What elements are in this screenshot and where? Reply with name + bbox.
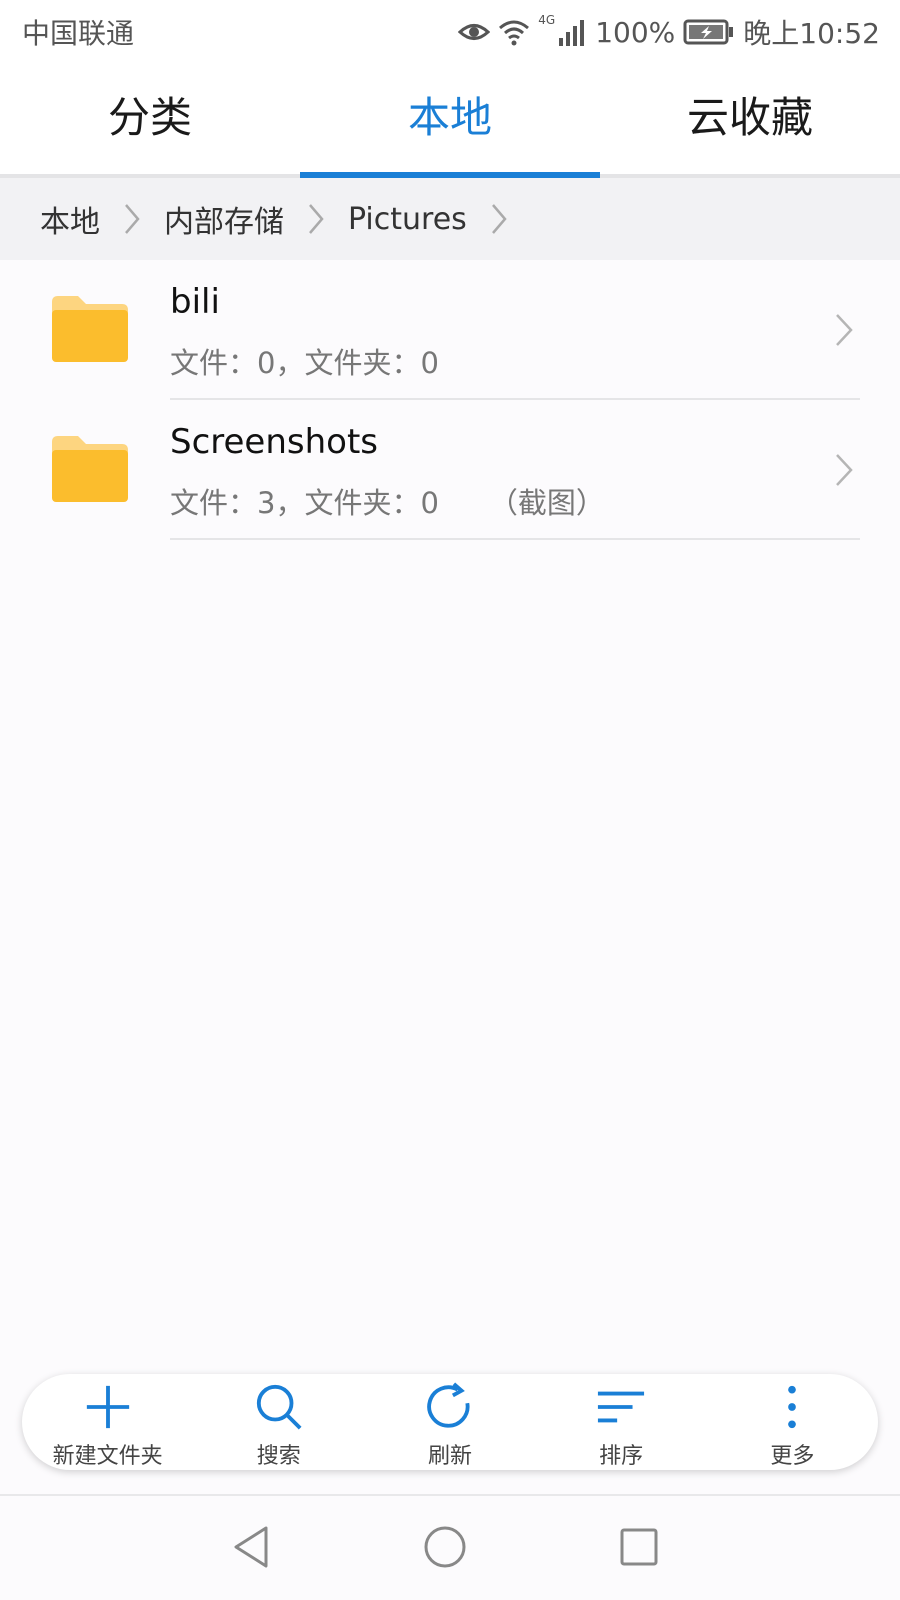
battery-charging-icon	[683, 19, 734, 45]
chevron-right-icon	[836, 314, 853, 346]
navigation-bar	[0, 1494, 900, 1600]
refresh-icon	[427, 1382, 470, 1428]
home-icon[interactable]	[420, 1522, 470, 1572]
signal-icon	[559, 20, 585, 46]
breadcrumb-pictures[interactable]: Pictures	[348, 202, 467, 237]
chevron-right-icon	[836, 454, 853, 486]
back-icon[interactable]	[226, 1522, 276, 1572]
folder-icon	[52, 436, 128, 502]
tab-bar: 分类 本地 云收藏	[0, 64, 900, 178]
clock: 晚上10:52	[743, 17, 880, 50]
search-label: 搜索	[256, 1444, 301, 1469]
sort-button[interactable]: 排序	[541, 1374, 701, 1470]
recent-apps-icon[interactable]	[614, 1522, 664, 1572]
bottom-toolbar: 新建文件夹 搜索 刷新 排序 更多	[22, 1374, 878, 1470]
more-button[interactable]: 更多	[712, 1374, 872, 1470]
breadcrumb: 本地 内部存储 Pictures	[0, 178, 900, 260]
new-folder-label: 新建文件夹	[52, 1444, 163, 1469]
new-folder-button[interactable]: 新建文件夹	[28, 1374, 188, 1470]
tab-local[interactable]: 本地	[300, 64, 600, 178]
tab-category[interactable]: 分类	[0, 64, 300, 174]
chevron-right-icon	[308, 203, 324, 235]
file-count: 文件：0，文件夹：0	[170, 346, 439, 380]
more-vertical-icon	[788, 1385, 797, 1429]
refresh-label: 刷新	[427, 1444, 472, 1469]
chevron-right-icon	[124, 203, 140, 235]
network-type: 4G	[538, 13, 556, 27]
wifi-icon	[499, 20, 530, 46]
chevron-right-icon	[491, 203, 507, 235]
breadcrumb-internal-storage[interactable]: 内部存储	[164, 197, 284, 241]
status-icons: 4G 100% 晚上10:52	[458, 10, 880, 54]
search-icon	[256, 1384, 302, 1430]
divider	[170, 538, 860, 540]
battery-percent: 100%	[595, 15, 676, 49]
carrier-name: 中国联通	[22, 17, 135, 50]
list-item-bili[interactable]: bili 文件：0，文件夹：0	[0, 260, 900, 400]
status-bar: 中国联通 4G 100% 晚上10:52	[0, 0, 900, 64]
file-meta: 文件：0，文件夹：0	[170, 340, 439, 382]
file-count: 文件：3，文件夹：0	[170, 486, 439, 520]
sort-icon	[598, 1391, 645, 1423]
more-label: 更多	[770, 1444, 815, 1469]
file-meta: 文件：3，文件夹：0 （截图）	[170, 480, 605, 522]
eye-icon	[458, 24, 491, 40]
list-item-screenshots[interactable]: Screenshots 文件：3，文件夹：0 （截图）	[0, 400, 900, 540]
plus-icon	[86, 1385, 129, 1429]
folder-tag: （截图）	[488, 486, 605, 520]
refresh-button[interactable]: 刷新	[370, 1374, 530, 1470]
file-name: bili	[170, 282, 220, 322]
breadcrumb-local[interactable]: 本地	[40, 197, 100, 241]
sort-label: 排序	[599, 1444, 644, 1469]
tab-cloud-favorites[interactable]: 云收藏	[600, 64, 900, 174]
file-list: bili 文件：0，文件夹：0 Screenshots 文件：3，文件夹：0 （截…	[0, 260, 900, 540]
file-name: Screenshots	[170, 422, 379, 462]
folder-icon	[52, 296, 128, 362]
search-button[interactable]: 搜索	[199, 1374, 359, 1470]
